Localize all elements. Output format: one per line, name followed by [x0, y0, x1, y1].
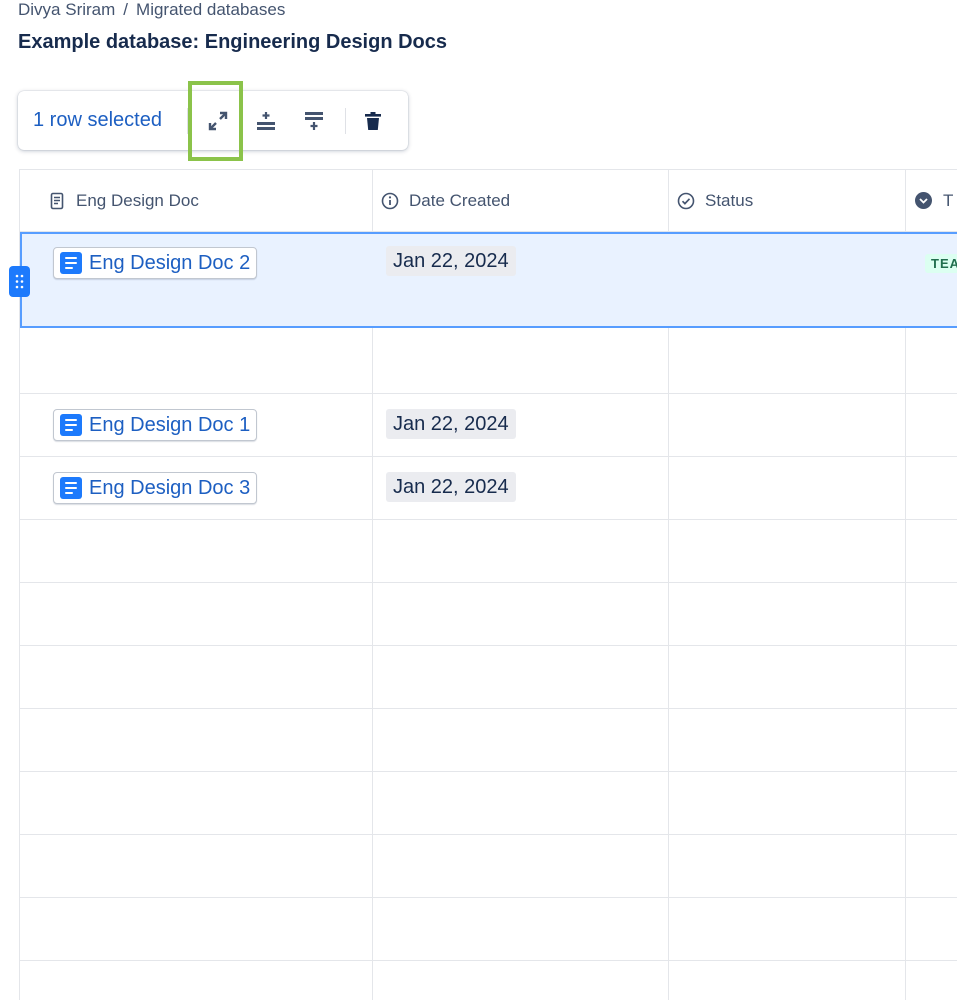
- insert-row-below-button[interactable]: [297, 104, 331, 138]
- document-icon: [60, 414, 82, 436]
- breadcrumb-owner-link[interactable]: Divya Sriram: [18, 0, 115, 19]
- column-header-status[interactable]: Status: [677, 170, 902, 231]
- tag-badge[interactable]: TEA: [925, 254, 957, 273]
- annotation-highlight-box: [188, 81, 243, 161]
- document-icon: [60, 477, 82, 499]
- column-header-eng-design-doc[interactable]: Eng Design Doc: [48, 170, 368, 231]
- date-value: Jan 22, 2024: [393, 412, 509, 435]
- row-divider: [20, 582, 957, 583]
- date-created-cell[interactable]: Jan 22, 2024: [386, 246, 516, 276]
- row-divider: [20, 519, 957, 520]
- document-icon: [60, 252, 82, 274]
- doc-link-label: Eng Design Doc 2: [89, 251, 251, 274]
- date-created-cell[interactable]: Jan 22, 2024: [386, 409, 516, 439]
- breadcrumb: Divya Sriram / Migrated databases: [18, 0, 285, 20]
- dropdown-circle-icon: [914, 191, 933, 210]
- delete-row-button[interactable]: [356, 104, 390, 138]
- row-divider: [20, 645, 957, 646]
- row-divider: [20, 834, 957, 835]
- insert-row-button[interactable]: [249, 104, 283, 138]
- page-icon: [48, 192, 66, 210]
- page-title: Example database: Engineering Design Doc…: [18, 31, 448, 53]
- column-header-label: Status: [705, 190, 754, 210]
- doc-link-eng-design-doc-2[interactable]: Eng Design Doc 2: [53, 247, 258, 279]
- check-circle-icon: [677, 192, 695, 210]
- column-header-label: Eng Design Doc: [76, 190, 199, 210]
- doc-link-eng-design-doc-3[interactable]: Eng Design Doc 3: [53, 472, 258, 504]
- row-divider: [20, 708, 957, 709]
- row-divider: [20, 393, 957, 394]
- info-icon: [381, 192, 399, 210]
- column-header-label: T: [943, 190, 954, 210]
- database-table: Eng Design Doc Date Created Status T Eng…: [19, 169, 957, 1000]
- doc-link-eng-design-doc-1[interactable]: Eng Design Doc 1: [53, 409, 258, 441]
- column-header-date-created[interactable]: Date Created: [381, 170, 666, 231]
- toolbar-divider: [345, 108, 346, 134]
- breadcrumb-separator: /: [123, 0, 129, 19]
- row-divider: [20, 897, 957, 898]
- row-divider: [20, 960, 957, 961]
- column-header-label: Date Created: [409, 190, 511, 210]
- column-header-t[interactable]: T: [914, 170, 957, 231]
- row-divider: [20, 456, 957, 457]
- delete-icon: [365, 112, 381, 130]
- date-value: Jan 22, 2024: [393, 249, 509, 272]
- doc-link-label: Eng Design Doc 1: [89, 413, 251, 436]
- row-drag-handle[interactable]: [9, 266, 30, 297]
- breadcrumb-parent-link[interactable]: Migrated databases: [136, 0, 285, 19]
- doc-link-label: Eng Design Doc 3: [89, 476, 251, 499]
- insert-row-icon: [257, 112, 275, 130]
- date-created-cell[interactable]: Jan 22, 2024: [386, 472, 516, 502]
- date-value: Jan 22, 2024: [393, 475, 509, 498]
- insert-row-below-icon: [305, 112, 323, 130]
- row-divider: [20, 771, 957, 772]
- drag-handle-icon: [15, 274, 24, 289]
- selection-count-label: 1 row selected: [33, 109, 162, 131]
